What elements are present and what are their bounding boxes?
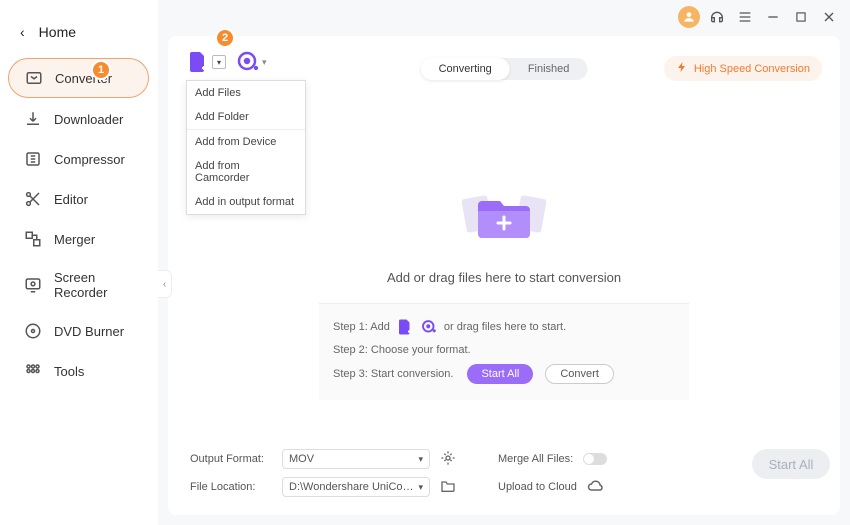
dropdown-add-files[interactable]: Add Files — [187, 81, 305, 105]
tab-finished[interactable]: Finished — [510, 58, 588, 80]
close-icon[interactable] — [818, 6, 840, 28]
add-dropdown: Add Files Add Folder Add from Device Add… — [186, 80, 306, 215]
add-dvd-button[interactable]: ▾ — [236, 50, 267, 74]
gear-icon[interactable] — [440, 450, 458, 468]
sidebar-item-label: Compressor — [54, 152, 125, 167]
toolbar: ▾ Add Files Add Folder Add from Device A… — [186, 50, 822, 74]
cloud-icon[interactable] — [587, 478, 605, 496]
merge-all-toggle[interactable] — [583, 453, 607, 465]
step-3: Step 3: Start conversion. Start All Conv… — [333, 360, 675, 388]
step3-text: Step 3: Start conversion. — [333, 368, 453, 380]
dropdown-add-folder[interactable]: Add Folder — [187, 105, 305, 129]
start-all-button[interactable]: Start All — [467, 364, 533, 384]
sidebar-item-tools[interactable]: Tools — [8, 352, 149, 390]
headset-icon[interactable] — [706, 6, 728, 28]
output-format-select[interactable]: MOV ▾ — [282, 449, 430, 469]
sidebar-item-editor[interactable]: Editor — [8, 180, 149, 218]
disc-icon — [24, 322, 42, 340]
chevron-down-icon: ▾ — [418, 482, 423, 493]
output-format-value: MOV — [289, 453, 314, 465]
convert-button[interactable]: Convert — [545, 364, 614, 384]
annotation-badge-1: 1 — [91, 60, 111, 80]
add-file-icon — [186, 50, 210, 74]
sidebar-item-converter[interactable]: Converter — [8, 58, 149, 98]
sidebar-collapse-handle[interactable]: ‹ — [158, 270, 172, 298]
sidebar-item-screen-recorder[interactable]: Screen Recorder — [8, 260, 149, 310]
main-area: ▾ Add Files Add Folder Add from Device A… — [158, 0, 850, 525]
add-disc-icon — [236, 50, 260, 74]
step-1: Step 1: Add or drag files here to start. — [333, 314, 675, 340]
sidebar: ‹ Home Converter Downloader Compressor E… — [0, 0, 158, 525]
sidebar-item-label: Screen Recorder — [54, 270, 133, 300]
download-icon — [24, 110, 42, 128]
sidebar-item-label: Editor — [54, 192, 88, 207]
converter-icon — [25, 69, 43, 87]
tab-converting[interactable]: Converting — [421, 58, 510, 80]
step1-suffix: or drag files here to start. — [444, 321, 566, 333]
sidebar-item-label: Downloader — [54, 112, 123, 127]
back-home[interactable]: ‹ Home — [0, 16, 157, 58]
home-label: Home — [39, 24, 76, 40]
add-file-button[interactable]: ▾ Add Files Add Folder Add from Device A… — [186, 50, 226, 74]
folder-illustration — [319, 167, 689, 260]
sidebar-item-label: Tools — [54, 364, 84, 379]
menu-icon[interactable] — [734, 6, 756, 28]
sidebar-item-label: Merger — [54, 232, 95, 247]
screen-recorder-icon — [24, 276, 42, 294]
dropdown-add-output-format[interactable]: Add in output format — [187, 190, 305, 214]
file-location-value: D:\Wondershare UniConverter 1 — [289, 481, 418, 493]
minimize-icon[interactable] — [762, 6, 784, 28]
drop-zone[interactable]: Add or drag files here to start conversi… — [319, 166, 689, 400]
dropdown-add-from-device[interactable]: Add from Device — [187, 129, 305, 154]
sidebar-item-label: DVD Burner — [54, 324, 124, 339]
sidebar-item-merger[interactable]: Merger — [8, 220, 149, 258]
step-2: Step 2: Choose your format. — [333, 340, 675, 360]
dropdown-add-from-camcorder[interactable]: Add from Camcorder — [187, 154, 305, 190]
sidebar-item-downloader[interactable]: Downloader — [8, 100, 149, 138]
maximize-icon[interactable] — [790, 6, 812, 28]
sidebar-item-dvd-burner[interactable]: DVD Burner — [8, 312, 149, 350]
scissors-icon — [24, 190, 42, 208]
upload-cloud-label: Upload to Cloud — [498, 481, 577, 493]
chevron-down-icon[interactable]: ▾ — [262, 57, 267, 68]
high-speed-label: High Speed Conversion — [694, 63, 810, 75]
bottom-bar: Output Format: MOV ▾ Merge All Files: Fi… — [186, 435, 822, 505]
annotation-badge-2: 2 — [215, 28, 235, 48]
chevron-left-icon: ‹ — [20, 24, 25, 40]
status-tabs: Converting Finished — [421, 58, 588, 80]
sidebar-item-compressor[interactable]: Compressor — [8, 140, 149, 178]
content-panel: ▾ Add Files Add Folder Add from Device A… — [168, 36, 840, 515]
steps-panel: Step 1: Add or drag files here to start.… — [319, 303, 689, 400]
lightning-icon — [676, 61, 688, 76]
step1-prefix: Step 1: Add — [333, 321, 390, 333]
drop-zone-text: Add or drag files here to start conversi… — [319, 270, 689, 285]
chevron-down-icon[interactable]: ▾ — [212, 55, 226, 69]
file-location-label: File Location: — [190, 481, 272, 493]
start-all-main-button[interactable]: Start All — [752, 449, 830, 479]
folder-icon[interactable] — [440, 478, 458, 496]
merge-icon — [24, 230, 42, 248]
titlebar — [158, 0, 850, 30]
add-disc-icon[interactable] — [420, 318, 438, 336]
high-speed-conversion-button[interactable]: High Speed Conversion — [664, 56, 822, 81]
add-file-icon[interactable] — [396, 318, 414, 336]
output-format-label: Output Format: — [190, 453, 272, 465]
file-location-select[interactable]: D:\Wondershare UniConverter 1 ▾ — [282, 477, 430, 497]
compress-icon — [24, 150, 42, 168]
merge-all-label: Merge All Files: — [498, 453, 573, 465]
grid-icon — [24, 362, 42, 380]
user-avatar-icon[interactable] — [678, 6, 700, 28]
chevron-down-icon: ▾ — [418, 454, 423, 465]
